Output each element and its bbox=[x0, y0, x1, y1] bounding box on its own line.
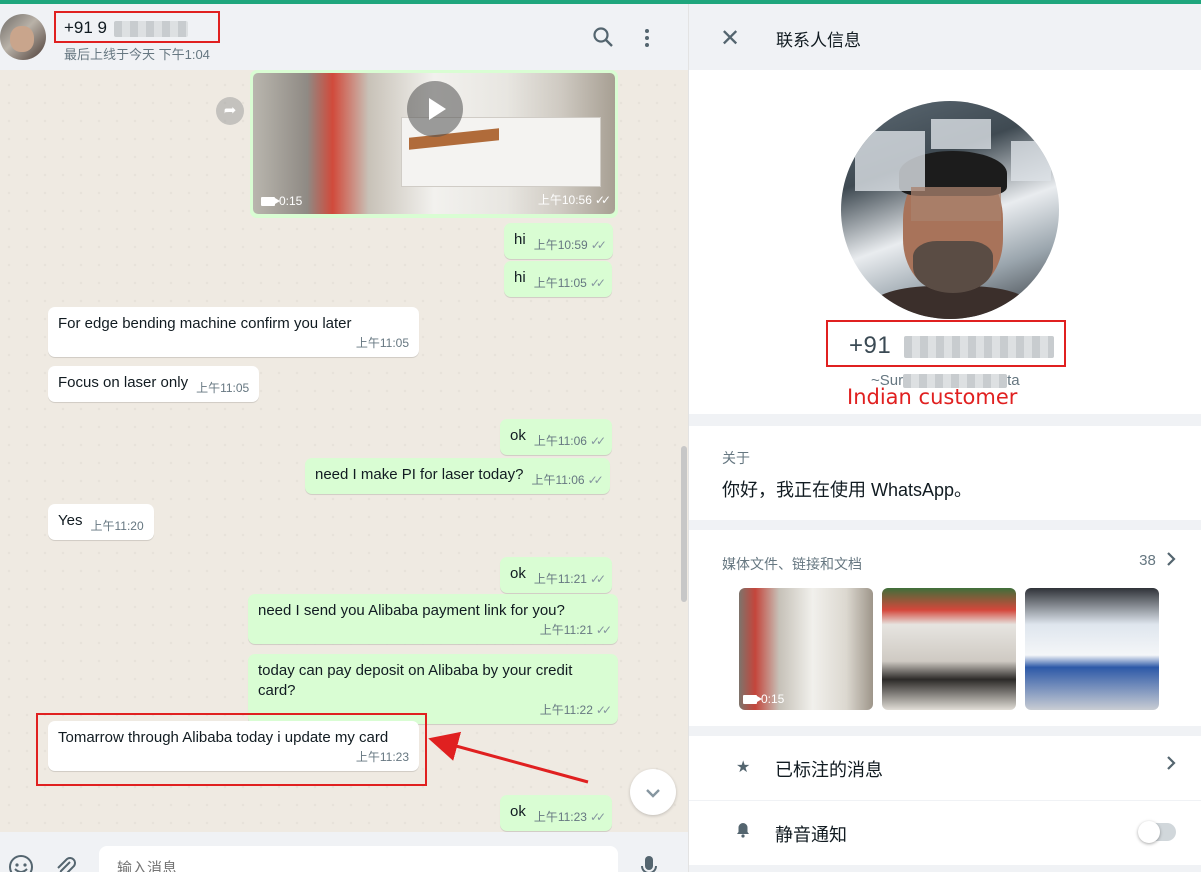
microphone-icon[interactable] bbox=[639, 854, 659, 872]
message-text: ok bbox=[510, 565, 526, 582]
contact-name[interactable]: +91 9 bbox=[64, 18, 188, 38]
media-thumbnail[interactable]: 0:15 bbox=[739, 588, 873, 710]
message-meta: 上午11:06 ✓✓ bbox=[531, 473, 604, 487]
message-bubble-in[interactable]: For edge bending machine confirm you lat… bbox=[48, 307, 419, 357]
message-text: need I make PI for laser today? bbox=[315, 466, 524, 483]
contact-avatar[interactable] bbox=[0, 14, 46, 60]
message-bubble-out[interactable]: ok 上午11:06 ✓✓ bbox=[500, 419, 613, 455]
video-timestamp: 上午10:56 ✓✓ bbox=[537, 193, 611, 207]
video-thumbnail[interactable]: 0:15 上午10:56 ✓✓ bbox=[253, 73, 615, 214]
contact-phone: +91 bbox=[849, 332, 1055, 360]
message-meta: 上午11:23 ✓✓ bbox=[533, 810, 606, 824]
about-label: 关于 bbox=[722, 450, 750, 466]
message-bubble-out[interactable]: today can pay deposit on Alibaba by your… bbox=[248, 654, 618, 724]
media-thumbnail[interactable] bbox=[882, 588, 1016, 710]
chat-header[interactable]: +91 9 最后上线于今天 下午1:04 bbox=[0, 4, 688, 70]
message-input[interactable] bbox=[99, 846, 618, 872]
chevron-right-icon bbox=[1166, 754, 1176, 777]
message-meta: 上午11:05 bbox=[355, 336, 409, 350]
info-header: ✕ 联系人信息 bbox=[689, 4, 1201, 70]
message-text: Yes bbox=[58, 512, 83, 529]
starred-messages-row[interactable]: ★ 已标注的消息 bbox=[689, 736, 1201, 800]
video-duration: 0:15 bbox=[743, 692, 784, 706]
close-icon[interactable]: ✕ bbox=[715, 24, 745, 54]
video-duration: 0:15 bbox=[261, 194, 302, 208]
media-section[interactable]: 媒体文件、链接和文档 38 0:15 bbox=[689, 530, 1201, 726]
annotation-label: Indian customer bbox=[847, 385, 1018, 409]
mute-label: 静音通知 bbox=[775, 825, 847, 845]
attach-icon[interactable] bbox=[52, 854, 78, 872]
video-camera-icon bbox=[743, 695, 762, 705]
bell-icon bbox=[736, 822, 750, 843]
message-bubble-out[interactable]: need I send you Alibaba payment link for… bbox=[248, 594, 618, 644]
about-text: 你好，我正在使用 WhatsApp。 bbox=[722, 480, 973, 500]
message-composer bbox=[0, 832, 688, 872]
message-meta: 上午11:05 bbox=[196, 381, 250, 395]
message-meta: 上午11:21 ✓✓ bbox=[533, 572, 606, 586]
message-meta: 上午10:59 ✓✓ bbox=[533, 238, 607, 252]
message-meta: 上午11:23 bbox=[355, 750, 409, 764]
message-bubble-out[interactable]: ok 上午11:23 ✓✓ bbox=[500, 795, 613, 831]
starred-label: 已标注的消息 bbox=[775, 760, 883, 780]
video-message[interactable]: 0:15 上午10:56 ✓✓ bbox=[250, 70, 618, 218]
message-text: ok bbox=[510, 427, 526, 444]
media-count[interactable]: 38 bbox=[1139, 552, 1176, 569]
read-ticks-icon: ✓✓ bbox=[589, 572, 606, 586]
message-text: hi bbox=[514, 269, 526, 286]
message-bubble-out[interactable]: hi 上午11:05 ✓✓ bbox=[504, 261, 612, 297]
forward-icon[interactable]: ➦ bbox=[216, 97, 244, 125]
message-text: today can pay deposit on Alibaba by your… bbox=[258, 662, 573, 699]
read-ticks-icon: ✓✓ bbox=[589, 434, 606, 448]
read-ticks-icon: ✓✓ bbox=[589, 276, 606, 290]
message-text: Tomarrow through Alibaba today i update … bbox=[58, 729, 389, 746]
message-bubble-out[interactable]: need I make PI for laser today? 上午11:06 ✓… bbox=[305, 458, 610, 494]
redacted-phone bbox=[113, 20, 188, 37]
message-text: ok bbox=[510, 803, 526, 820]
scroll-to-bottom-button[interactable] bbox=[630, 769, 676, 815]
message-bubble-out[interactable]: ok 上午11:21 ✓✓ bbox=[500, 557, 613, 593]
message-text: need I send you Alibaba payment link for… bbox=[258, 602, 565, 619]
contact-info-pane: ✕ 联系人信息 +91 ~Sur ta Indian customer 关于 你好… bbox=[688, 4, 1201, 872]
search-icon[interactable] bbox=[591, 26, 615, 50]
read-ticks-icon: ✓✓ bbox=[590, 238, 607, 252]
message-text: Focus on laser only bbox=[58, 374, 189, 391]
last-seen-status: 最后上线于今天 下午1:04 bbox=[64, 47, 210, 62]
message-meta: 上午11:06 ✓✓ bbox=[533, 434, 606, 448]
menu-icon[interactable] bbox=[635, 26, 659, 50]
star-icon: ★ bbox=[736, 759, 751, 776]
video-camera-icon bbox=[261, 197, 280, 207]
read-ticks-icon: ✓✓ bbox=[595, 703, 612, 717]
message-meta: 上午11:21 ✓✓ bbox=[539, 623, 612, 637]
emoji-icon[interactable] bbox=[8, 854, 34, 872]
message-text: For edge bending machine confirm you lat… bbox=[58, 315, 352, 332]
media-label: 媒体文件、链接和文档 bbox=[722, 556, 862, 572]
message-text: hi bbox=[514, 231, 526, 248]
message-meta: 上午11:22 ✓✓ bbox=[539, 703, 612, 717]
message-bubble-in[interactable]: Yes 上午11:20 bbox=[48, 504, 154, 540]
read-ticks-icon: ✓✓ bbox=[595, 623, 612, 637]
mute-notifications-row[interactable]: 静音通知 bbox=[689, 801, 1201, 865]
message-bubble-out[interactable]: hi 上午10:59 ✓✓ bbox=[504, 223, 613, 259]
message-meta: 上午11:05 ✓✓ bbox=[533, 276, 606, 290]
message-bubble-in[interactable]: Tomarrow through Alibaba today i update … bbox=[48, 721, 419, 771]
info-title: 联系人信息 bbox=[776, 31, 861, 50]
read-ticks-icon: ✓✓ bbox=[587, 473, 604, 487]
chat-pane: +91 9 最后上线于今天 下午1:04 ➦ 0:15 上午10:56 ✓✓ hi… bbox=[0, 4, 688, 872]
read-ticks-icon: ✓✓ bbox=[589, 810, 606, 824]
message-meta: 上午11:20 bbox=[90, 519, 144, 533]
message-bubble-in[interactable]: Focus on laser only 上午11:05 bbox=[48, 366, 260, 402]
play-icon[interactable] bbox=[407, 81, 463, 137]
contact-name-text: +91 9 bbox=[64, 18, 108, 37]
profile-photo[interactable] bbox=[841, 101, 1059, 319]
profile-section: +91 ~Sur ta Indian customer bbox=[689, 70, 1201, 414]
chevron-right-icon bbox=[1167, 552, 1176, 566]
about-section: 关于 你好，我正在使用 WhatsApp。 bbox=[689, 426, 1201, 520]
chat-scrollbar[interactable] bbox=[681, 446, 687, 602]
redacted-phone bbox=[904, 335, 1055, 358]
mute-toggle[interactable] bbox=[1138, 821, 1176, 843]
media-thumbnail[interactable] bbox=[1025, 588, 1159, 710]
